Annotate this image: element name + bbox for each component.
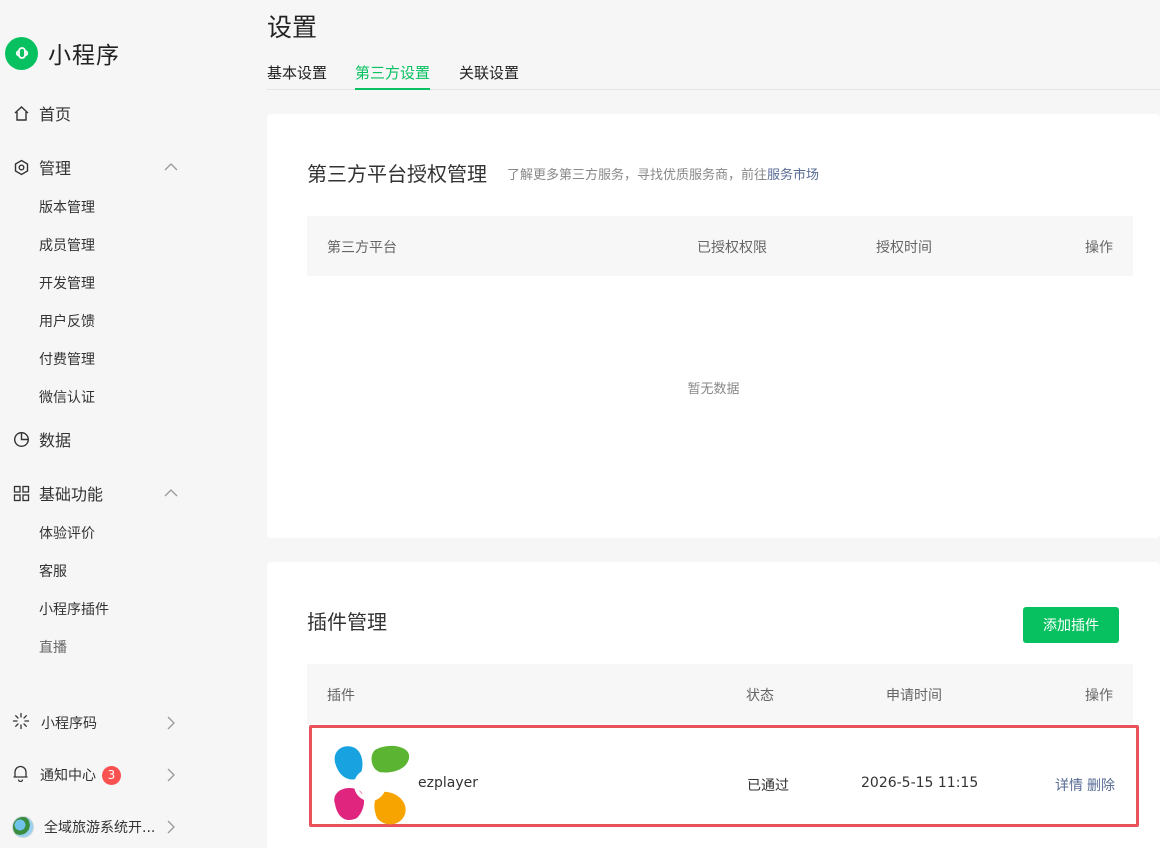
sidebar-item-notify[interactable]: 通知中心 3 (12, 763, 121, 787)
sidebar-item-account[interactable]: 全域旅游系统开... (12, 815, 155, 839)
plugin-status: 已通过 (747, 778, 789, 794)
bell-icon (12, 764, 29, 786)
sidebar-item-label: 通知中心 (40, 768, 96, 784)
hint-text: 了解更多第三方服务，寻找优质服务商，前往 (507, 168, 768, 183)
plugin-table-header: 插件 状态 申请时间 操作 (307, 664, 1133, 724)
mini-program-logo-icon (5, 36, 38, 70)
column-header: 插件 (327, 688, 355, 704)
sidebar-item-label: 首页 (39, 105, 72, 124)
sidebar-subitem-plugins[interactable]: 小程序插件 (39, 600, 109, 620)
column-header: 操作 (1085, 240, 1113, 256)
sidebar-subitem-feedback[interactable]: 用户反馈 (39, 312, 95, 332)
third-party-auth-card: 第三方平台授权管理 了解更多第三方服务，寻找优质服务商，前往服务市场 第三方平台… (267, 114, 1160, 538)
column-header: 操作 (1085, 688, 1113, 704)
sidebar-item-data[interactable]: 数据 (12, 427, 71, 451)
sidebar: 小程序 首页 管理 版本管理 成员管理 开发管理 用户反馈 付费管理 微信认证 … (0, 0, 245, 848)
table-row[interactable]: ezplayer 已通过 2026-5-15 11:15 详情 删除 (309, 725, 1139, 827)
column-header: 状态 (746, 688, 774, 704)
column-header: 授权时间 (876, 240, 932, 256)
sidebar-item-manage[interactable]: 管理 (12, 155, 71, 179)
chevron-right-icon[interactable] (164, 716, 178, 730)
account-name: 全域旅游系统开... (44, 820, 156, 836)
empty-state: 暂无数据 (687, 382, 740, 397)
chevron-right-icon[interactable] (164, 820, 178, 834)
plugin-management-card: 插件管理 添加插件 插件 状态 申请时间 操作 ezplayer 已通过 202… (267, 562, 1160, 848)
column-header: 申请时间 (886, 688, 942, 704)
chevron-up-icon[interactable] (164, 160, 178, 174)
pie-chart-icon (12, 430, 30, 448)
section-title: 第三方平台授权管理 (307, 162, 487, 186)
chevron-right-icon[interactable] (164, 768, 178, 782)
home-icon (12, 104, 30, 122)
sidebar-item-basic[interactable]: 基础功能 (12, 481, 103, 505)
hexagon-settings-icon (12, 158, 30, 176)
column-header: 已授权权限 (697, 240, 767, 256)
tab-basic-settings[interactable]: 基本设置 (267, 62, 327, 90)
sidebar-subitem-payment[interactable]: 付费管理 (39, 350, 95, 370)
avatar (12, 816, 34, 838)
plugin-name: ezplayer (418, 775, 478, 791)
plugin-delete-link[interactable]: 删除 (1087, 778, 1115, 794)
sidebar-subitem-version[interactable]: 版本管理 (39, 198, 95, 218)
apps-grid-icon (12, 484, 30, 502)
sidebar-subitem-review[interactable]: 体验评价 (39, 524, 95, 544)
brand-name: 小程序 (48, 43, 120, 69)
sidebar-item-qrcode[interactable]: 小程序码 (12, 711, 97, 735)
sidebar-subitem-members[interactable]: 成员管理 (39, 236, 95, 256)
sidebar-subitem-wechat-auth[interactable]: 微信认证 (39, 388, 95, 408)
sidebar-item-label: 管理 (39, 159, 72, 178)
sidebar-item-label: 数据 (39, 431, 72, 450)
plugin-apply-time: 2026-5-15 11:15 (861, 775, 979, 791)
sidebar-subitem-dev[interactable]: 开发管理 (39, 274, 95, 294)
tab-linked-settings[interactable]: 关联设置 (459, 62, 519, 90)
tab-third-party-settings[interactable]: 第三方设置 (355, 62, 431, 90)
plugin-detail-link[interactable]: 详情 (1055, 778, 1083, 794)
chevron-up-icon[interactable] (164, 486, 178, 500)
ezplayer-logo-icon (329, 744, 411, 826)
notification-count-badge: 3 (102, 765, 121, 785)
settings-tabs: 基本设置 第三方设置 关联设置 (267, 56, 1160, 90)
qrcode-sparkle-icon (12, 712, 30, 734)
sidebar-item-label: 小程序码 (41, 716, 97, 732)
section-hint: 了解更多第三方服务，寻找优质服务商，前往服务市场 (507, 164, 819, 183)
service-market-link[interactable]: 服务市场 (767, 168, 819, 183)
sidebar-subitem-live[interactable]: 直播 (39, 638, 67, 658)
plugin-actions: 详情 删除 (1051, 775, 1115, 795)
sidebar-subitem-service[interactable]: 客服 (39, 562, 67, 582)
sidebar-item-label: 基础功能 (39, 485, 104, 504)
auth-table-header: 第三方平台 已授权权限 授权时间 操作 (307, 216, 1133, 276)
page-title: 设置 (267, 13, 318, 42)
brand[interactable]: 小程序 (5, 36, 120, 70)
add-plugin-button[interactable]: 添加插件 (1023, 607, 1119, 643)
section-title: 插件管理 (307, 610, 387, 634)
column-header: 第三方平台 (327, 240, 397, 256)
sidebar-item-home[interactable]: 首页 (12, 101, 71, 125)
